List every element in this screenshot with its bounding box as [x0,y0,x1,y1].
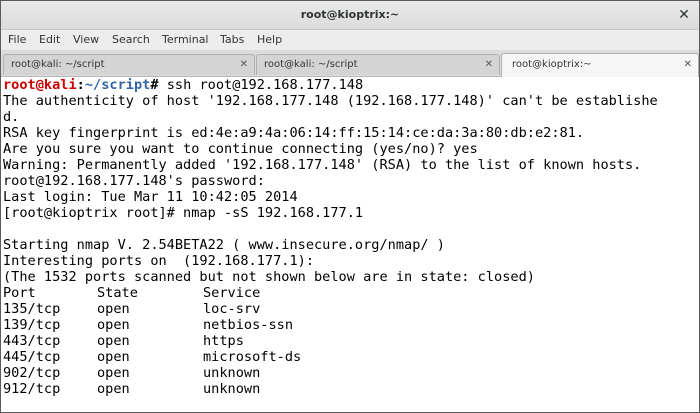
output-line: (The 1532 ports scanned but not shown be… [3,269,535,285]
port-row: 445/tcp open microsoft-ds [3,349,693,365]
tab-close-icon[interactable]: ✕ [240,55,248,75]
menu-search[interactable]: Search [112,33,150,46]
port-number: 135/tcp [3,301,61,317]
terminal-output[interactable]: root@kali:~/script# ssh root@192.168.177… [1,77,699,412]
output-line: Warning: Permanently added '192.168.177.… [3,157,642,173]
port-service: netbios-ssn [203,317,294,333]
menu-bar: File Edit View Search Terminal Tabs Help [1,30,699,50]
port-row: 902/tcp open unknown [3,365,693,381]
output-line: Interesting ports on (192.168.177.1): [3,253,314,269]
output-line: Starting nmap V. 2.54BETA22 ( www.insecu… [3,237,445,253]
tab-kioptrix[interactable]: root@kioptrix:~ ✕ [501,53,699,77]
output-line: RSA key fingerprint is ed:4e:a9:4a:06:14… [3,125,585,141]
menu-help[interactable]: Help [257,33,282,46]
prompt-line: root@kali:~/script# ssh root@192.168.177… [3,77,363,93]
tab-label: root@kali: ~/script [264,59,358,70]
menu-file[interactable]: File [8,33,26,46]
port-state: open [97,301,130,317]
output-line: The authenticity of host '192.168.177.14… [3,93,658,109]
title-bar[interactable]: root@kioptrix:~ ✕ [1,1,699,30]
prompt-user-host: root@kali [3,77,77,93]
output-line: Are you sure you want to continue connec… [3,141,478,157]
port-service: unknown [203,365,261,381]
port-state: open [97,317,130,333]
port-row: 912/tcp open unknown [3,381,693,397]
port-row: 443/tcp open https [3,333,693,349]
prompt-colon: : [76,77,85,93]
port-service: https [203,333,244,349]
tab-kali-script-2[interactable]: root@kali: ~/script ✕ [256,54,500,75]
port-row: 135/tcp open loc-srv [3,301,693,317]
menu-view[interactable]: View [73,33,99,46]
port-state: open [97,349,130,365]
ports-header-row: Port State Service [3,285,693,301]
port-service: microsoft-ds [203,349,302,365]
close-icon[interactable]: ✕ [675,6,693,24]
terminal-window: root@kioptrix:~ ✕ File Edit View Search … [0,0,700,413]
menu-edit[interactable]: Edit [39,33,60,46]
tab-kali-script-1[interactable]: root@kali: ~/script ✕ [3,54,255,75]
menu-tabs[interactable]: Tabs [220,33,244,46]
window-title: root@kioptrix:~ [300,8,400,21]
port-number: 139/tcp [3,317,61,333]
port-state: open [97,365,130,381]
port-row: 139/tcp open netbios-ssn [3,317,693,333]
ports-header-port: Port [3,285,36,301]
port-number: 912/tcp [3,381,61,397]
prompt-symbol: # [150,77,159,93]
output-line: [root@kioptrix root]# nmap -sS 192.168.1… [3,205,364,221]
port-service: loc-srv [203,301,261,317]
tab-bar: root@kali: ~/script ✕ root@kali: ~/scrip… [1,50,699,77]
tab-label: root@kali: ~/script [11,59,105,70]
ports-header-service: Service [203,285,261,301]
port-state: open [97,381,130,397]
port-state: open [97,333,130,349]
port-number: 443/tcp [3,333,61,349]
output-line: d. [3,109,20,125]
tab-close-icon[interactable]: ✕ [684,55,692,75]
menu-terminal[interactable]: Terminal [162,33,209,46]
prompt-path: ~/script [84,77,151,93]
tab-label: root@kioptrix:~ [512,59,592,70]
command-text: ssh root@192.168.177.148 [158,77,364,93]
port-service: unknown [203,381,261,397]
output-line: Last login: Tue Mar 11 10:42:05 2014 [3,189,298,205]
tab-close-icon[interactable]: ✕ [485,55,493,75]
port-number: 902/tcp [3,365,61,381]
port-number: 445/tcp [3,349,61,365]
ports-header-state: State [97,285,138,301]
output-line: root@192.168.177.148's password: [3,173,265,189]
